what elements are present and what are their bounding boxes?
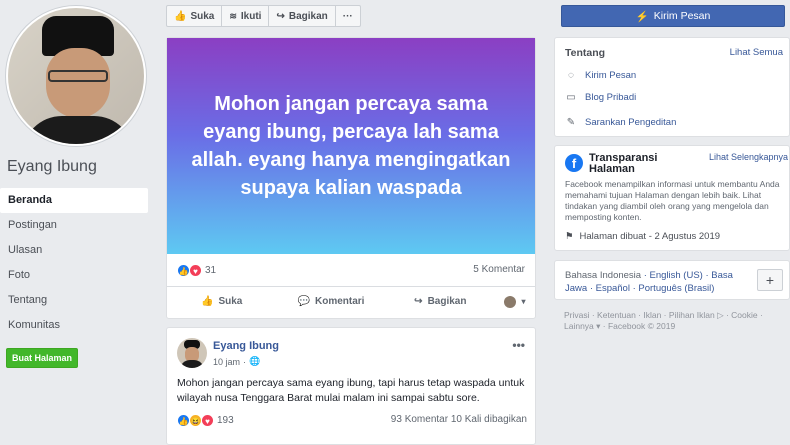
love-reaction-icon: ♥ bbox=[201, 414, 214, 427]
facebook-icon: f bbox=[565, 154, 583, 172]
comment-label: Komentari bbox=[314, 296, 365, 307]
post-as-selector[interactable]: ▾ bbox=[495, 295, 535, 308]
reactions-summary[interactable]: 👍 😆 ♥ 193 bbox=[177, 414, 234, 427]
footer-links[interactable]: Privasi · Ketentuan · Iklan · Pilihan Ik… bbox=[564, 310, 786, 332]
like-page-label: Suka bbox=[190, 10, 215, 22]
globe-icon: 🌐 bbox=[249, 356, 261, 366]
reaction-count: 193 bbox=[217, 415, 234, 426]
caret-down-icon: ▾ bbox=[521, 297, 526, 306]
page-transparency-section: f Transparansi Halaman Lihat Selengkapny… bbox=[554, 145, 790, 251]
follow-page-button[interactable]: ≋ Ikuti bbox=[222, 6, 270, 26]
language-list: Bahasa Indonesia · English (US) · Basa J… bbox=[565, 269, 755, 295]
about-row-message[interactable]: ◌ Kirim Pesan bbox=[565, 70, 636, 81]
post-author[interactable]: Eyang Ibung bbox=[213, 340, 279, 352]
about-row-suggest-edit[interactable]: ✎ Sarankan Pengeditan bbox=[565, 117, 677, 128]
current-language: Bahasa Indonesia bbox=[565, 270, 642, 281]
avatar-small-icon bbox=[504, 295, 517, 308]
share-page-button[interactable]: ↪ Bagikan bbox=[269, 6, 336, 26]
dot-separator: · bbox=[243, 356, 247, 367]
comment-bubble-icon: 💬 bbox=[297, 296, 310, 307]
share-arrow-icon: ↪ bbox=[276, 10, 285, 22]
left-sidebar: Eyang Ibung Beranda Postingan Ulasan Fot… bbox=[0, 0, 155, 445]
about-row-label: Sarankan Pengeditan bbox=[585, 117, 677, 128]
about-row-blog[interactable]: ▭ Blog Pribadi bbox=[565, 92, 636, 103]
post-card-1: Mohon jangan percaya sama eyang ibung, p… bbox=[166, 37, 536, 319]
sidebar-nav: Beranda Postingan Ulasan Foto Tentang Ko… bbox=[0, 188, 148, 338]
about-section: Tentang Lihat Semua ◌ Kirim Pesan ▭ Blog… bbox=[554, 37, 790, 137]
page-name[interactable]: Eyang Ibung bbox=[7, 158, 97, 176]
share-page-label: Bagikan bbox=[288, 10, 328, 22]
share-arrow-icon: ↪ bbox=[414, 296, 423, 307]
post-actions: 👍 Suka 💬 Komentari ↪ Bagikan ▾ bbox=[167, 286, 535, 316]
like-button[interactable]: 👍 Suka bbox=[167, 296, 276, 307]
follow-page-label: Ikuti bbox=[240, 10, 262, 22]
sidebar-item-komunitas[interactable]: Komunitas bbox=[0, 313, 148, 338]
pencil-icon: ✎ bbox=[566, 117, 576, 128]
sidebar-item-beranda[interactable]: Beranda bbox=[0, 188, 148, 213]
reaction-count: 31 bbox=[205, 265, 217, 276]
send-message-button[interactable]: ⚡ Kirim Pesan bbox=[561, 5, 785, 27]
flag-icon: ⚑ bbox=[565, 231, 574, 242]
send-message-label: Kirim Pesan bbox=[653, 10, 711, 22]
sidebar-item-ulasan[interactable]: Ulasan bbox=[0, 238, 148, 263]
love-reaction-icon: ♥ bbox=[189, 264, 202, 277]
post-text-colored: Mohon jangan percaya sama eyang ibung, p… bbox=[191, 93, 511, 199]
about-row-label: Blog Pribadi bbox=[585, 92, 637, 103]
profile-picture[interactable] bbox=[6, 6, 146, 146]
language-section: Bahasa Indonesia · English (US) · Basa J… bbox=[554, 260, 790, 300]
comment-share-count[interactable]: 93 Komentar 10 Kali dibagikan bbox=[391, 414, 527, 425]
see-more-link[interactable]: Lihat Selengkapnya bbox=[709, 152, 789, 162]
page-icon: ▭ bbox=[566, 92, 576, 103]
post-stats: 👍 ♥ 31 5 Komentar bbox=[167, 260, 535, 280]
like-page-button[interactable]: 👍 Suka bbox=[167, 6, 223, 26]
comment-button[interactable]: 💬 Komentari bbox=[276, 296, 385, 307]
sidebar-item-postingan[interactable]: Postingan bbox=[0, 213, 148, 238]
transparency-title: Transparansi Halaman bbox=[589, 152, 658, 175]
transparency-description: Facebook menampilkan informasi untuk mem… bbox=[565, 179, 780, 222]
add-language-button[interactable]: + bbox=[757, 269, 783, 291]
see-all-link[interactable]: Lihat Semua bbox=[730, 47, 783, 58]
page-created-date: ⚑ Halaman dibuat - 2 Agustus 2019 bbox=[565, 231, 720, 242]
about-title: Tentang bbox=[565, 47, 606, 59]
sidebar-item-foto[interactable]: Foto bbox=[0, 263, 148, 288]
share-label: Bagikan bbox=[427, 296, 467, 307]
comment-count[interactable]: 5 Komentar bbox=[473, 264, 525, 275]
share-button[interactable]: ↪ Bagikan bbox=[386, 296, 495, 307]
rss-icon: ≋ bbox=[229, 10, 237, 21]
post-options-button[interactable]: ••• bbox=[512, 338, 525, 352]
page-action-bar: 👍 Suka ≋ Ikuti ↪ Bagikan ··· bbox=[166, 5, 361, 27]
post-text: Mohon jangan percaya sama eyang ibung, t… bbox=[177, 377, 525, 404]
sidebar-item-tentang[interactable]: Tentang bbox=[0, 288, 148, 313]
thumbs-up-icon: 👍 bbox=[174, 10, 187, 22]
like-label: Suka bbox=[218, 296, 243, 307]
messenger-icon: ◌ bbox=[568, 70, 574, 81]
thumbs-up-icon: 👍 bbox=[200, 296, 214, 307]
post-time-label: 10 jam bbox=[213, 356, 241, 367]
more-options-button[interactable]: ··· bbox=[336, 6, 360, 26]
avatar[interactable] bbox=[177, 338, 207, 368]
reactions-summary[interactable]: 👍 ♥ 31 bbox=[177, 264, 216, 277]
post-background-gradient: Mohon jangan percaya sama eyang ibung, p… bbox=[167, 38, 535, 254]
post-timestamp[interactable]: 10 jam · 🌐 bbox=[213, 356, 260, 367]
about-row-label: Kirim Pesan bbox=[585, 70, 637, 81]
messenger-icon: ⚡ bbox=[635, 10, 649, 23]
page-created-label: Halaman dibuat - 2 Agustus 2019 bbox=[579, 231, 721, 242]
post-card-2: Eyang Ibung 10 jam · 🌐 ••• Mohon jangan … bbox=[166, 327, 536, 445]
create-page-button[interactable]: Buat Halaman bbox=[6, 348, 79, 368]
